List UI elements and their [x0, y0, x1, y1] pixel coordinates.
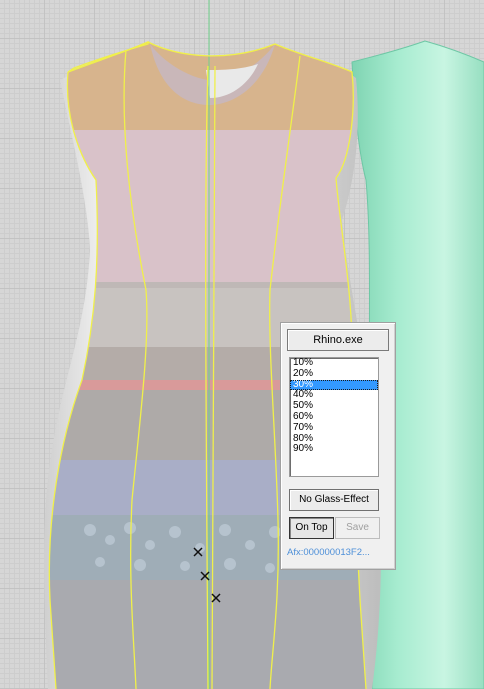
glass-effect-window[interactable]: Rhino.exe 10% 20% 30% 40% 50% 60% 70% 80% 90% No…	[280, 322, 396, 570]
opacity-option[interactable]: 20%	[290, 368, 378, 380]
window-id-label: Afx:000000013F2...	[287, 547, 370, 558]
no-glass-effect-button[interactable]: No Glass-Effect	[289, 489, 379, 511]
opacity-option[interactable]: 70%	[290, 422, 378, 434]
save-button[interactable]: Save	[335, 517, 380, 539]
opacity-list[interactable]: 10% 20% 30% 40% 50% 60% 70% 80% 90%	[289, 357, 379, 477]
on-top-button[interactable]: On Top	[289, 517, 334, 539]
rhino-viewport[interactable]: Rhino.exe 10% 20% 30% 40% 50% 60% 70% 80% 90% No…	[0, 0, 484, 689]
opacity-option[interactable]: 90%	[290, 444, 378, 455]
viewport-scene	[44, 0, 484, 689]
app-select-button[interactable]: Rhino.exe	[287, 329, 389, 351]
